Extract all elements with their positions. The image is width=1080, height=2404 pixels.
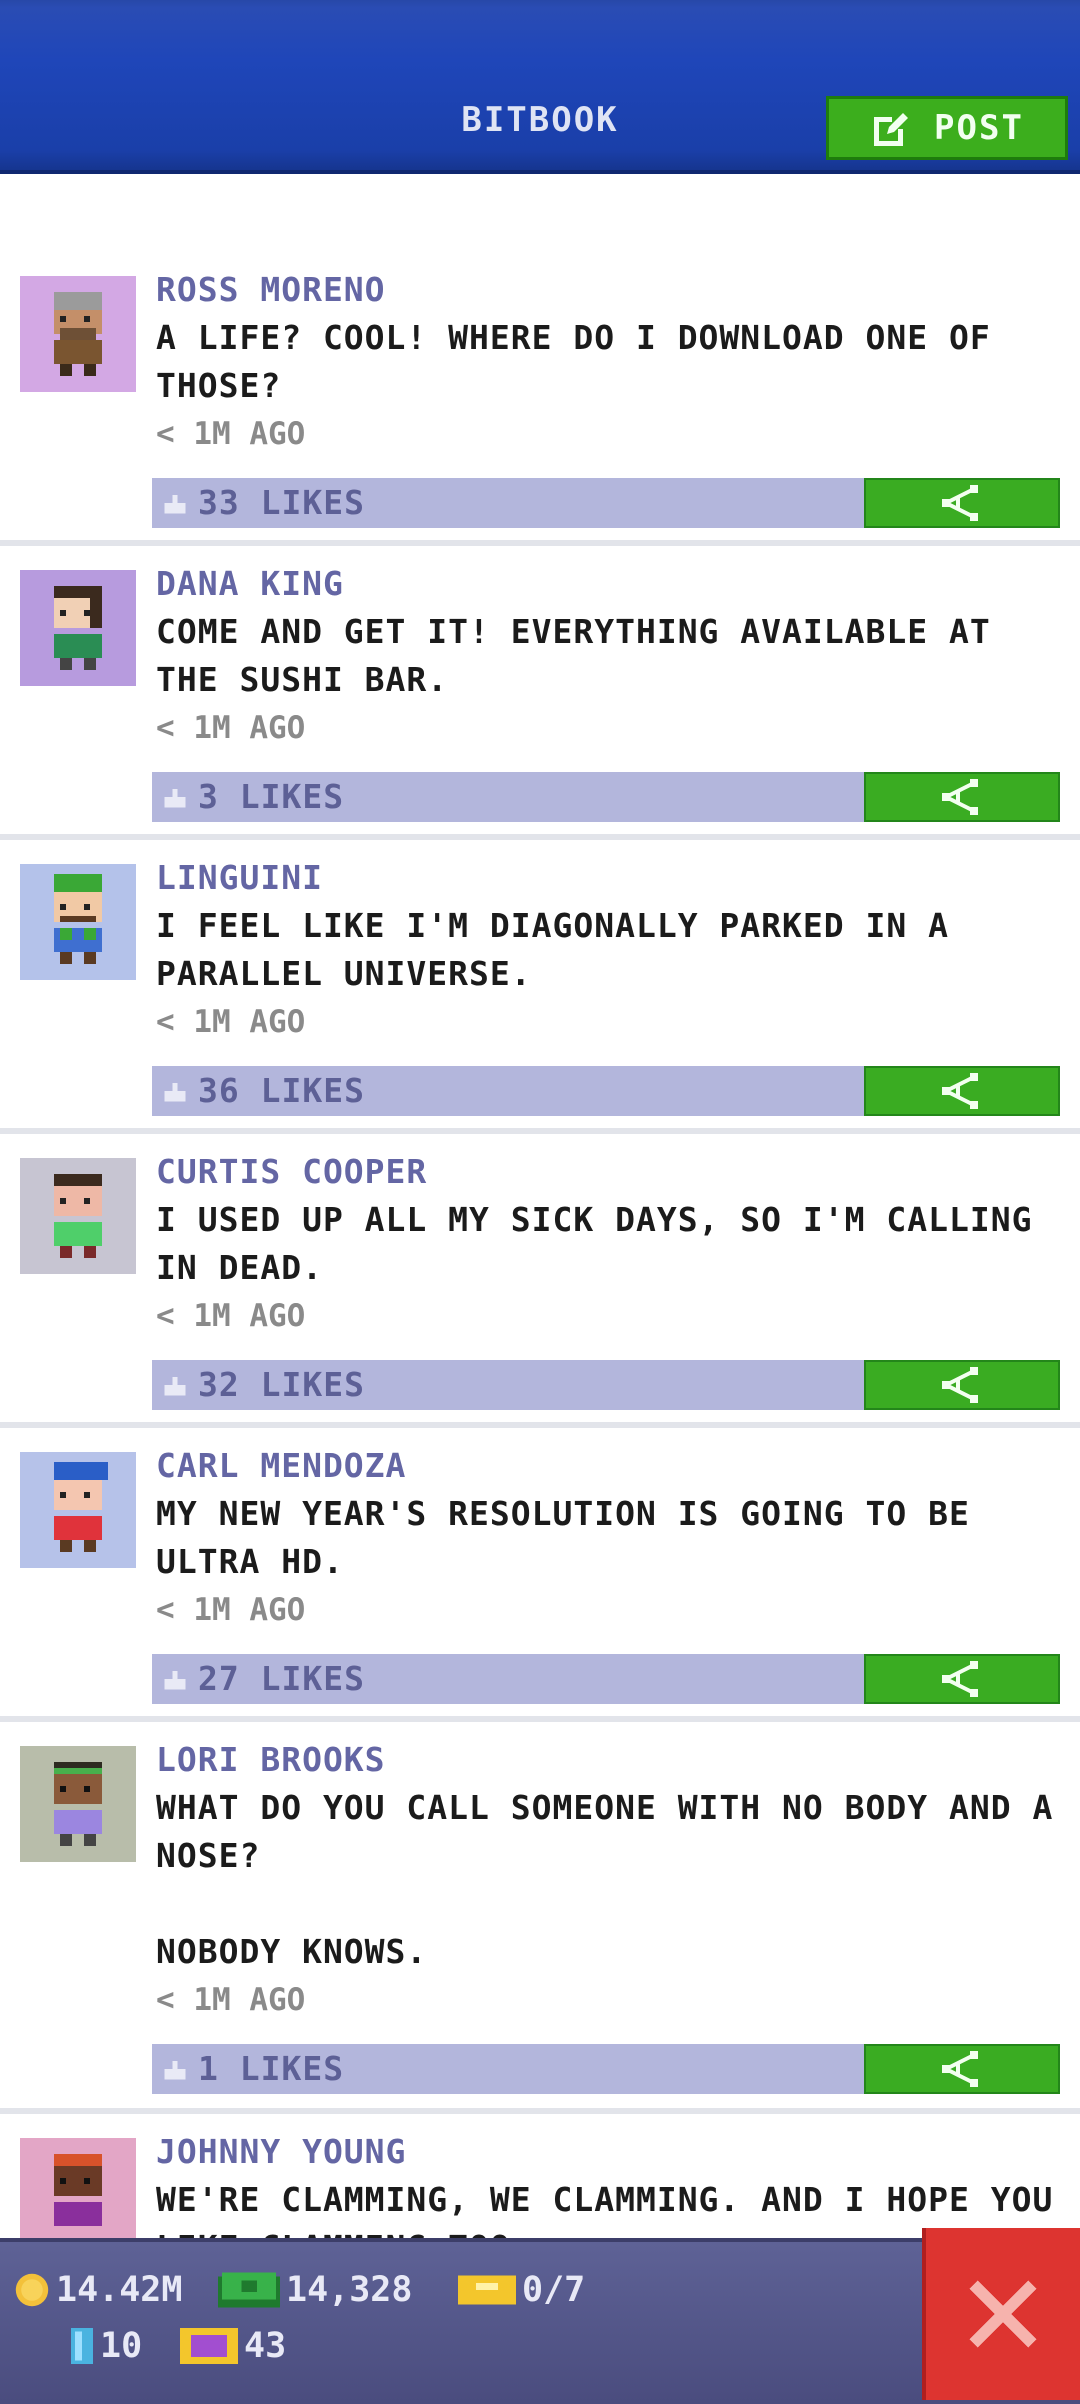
avatar-portrait (54, 1174, 102, 1258)
edit-icon (874, 113, 909, 146)
feed-post: LINGUINI I FEEL LIKE I'M DIAGONALLY PARK… (0, 840, 1080, 1134)
bux-value: 14,328 (286, 2270, 413, 2310)
post-message: A LIFE? COOL! WHERE DO I DOWNLOAD ONE OF… (156, 318, 991, 405)
thumbs-up-icon (164, 1377, 186, 1396)
post-author[interactable]: CURTIS COOPER (156, 1152, 1066, 1192)
likes-bar: 27 LIKES (152, 1654, 1060, 1704)
ticket-icon (458, 2275, 516, 2305)
feed-post: LORI BROOKS WHAT DO YOU CALL SOMEONE WIT… (0, 1722, 1080, 2114)
post-author[interactable]: LORI BROOKS (156, 1740, 1066, 1780)
coin-icon (15, 2273, 49, 2307)
avatar-portrait (54, 292, 102, 376)
avatar-portrait (54, 1462, 108, 1552)
avatar[interactable] (20, 570, 136, 686)
vip-icon (180, 2328, 238, 2364)
share-button[interactable] (864, 1066, 1060, 1116)
post-message: I USED UP ALL MY SICK DAYS, SO I'M CALLI… (156, 1200, 1033, 1287)
post-time: < 1M AGO (156, 1298, 306, 1334)
tickets-value: 0/7 (522, 2270, 586, 2310)
post-author[interactable]: LINGUINI (156, 858, 1066, 898)
thumbs-up-icon (164, 1083, 186, 1102)
vip-value: 43 (244, 2326, 287, 2366)
feed-post: CURTIS COOPER I USED UP ALL MY SICK DAYS… (0, 1134, 1080, 1428)
coins-stat: 14.42M (14, 2270, 182, 2310)
post-message: WHAT DO YOU CALL SOMEONE WITH NO BODY AN… (156, 1788, 1054, 1971)
likes-count: 36 LIKES (198, 1071, 365, 1110)
post-author[interactable]: CARL MENDOZA (156, 1446, 1066, 1486)
likes-bar: 33 LIKES (152, 478, 1060, 528)
likes-count: 3 LIKES (198, 777, 345, 816)
share-icon (942, 485, 978, 521)
share-button[interactable] (864, 772, 1060, 822)
bux-stat: 14,328 (218, 2270, 412, 2310)
post-message: COME AND GET IT! EVERYTHING AVAILABLE AT… (156, 612, 991, 699)
tokens-stat: 10 (70, 2326, 142, 2366)
share-icon (942, 1367, 978, 1403)
share-icon (942, 779, 978, 815)
avatar[interactable] (20, 1158, 136, 1274)
token-icon (71, 2328, 93, 2364)
post-time: < 1M AGO (156, 416, 306, 452)
post-time: < 1M AGO (156, 1982, 306, 2018)
share-icon (942, 1073, 978, 1109)
post-author[interactable]: DANA KING (156, 564, 1066, 604)
feed-post: ROSS MORENO A LIFE? COOL! WHERE DO I DOW… (0, 252, 1080, 546)
thumbs-up-icon (164, 495, 186, 514)
share-button[interactable] (864, 1360, 1060, 1410)
app-header: BITBOOK POST (0, 0, 1080, 174)
thumbs-up-icon (164, 789, 186, 808)
post-time: < 1M AGO (156, 1592, 306, 1628)
close-icon (969, 2280, 1037, 2348)
vip-stat: 43 (180, 2326, 286, 2366)
likes-bar: 1 LIKES (152, 2044, 1060, 2094)
thumbs-up-icon (164, 2061, 186, 2080)
post-time: < 1M AGO (156, 710, 306, 746)
share-button[interactable] (864, 2044, 1060, 2094)
likes-count: 33 LIKES (198, 483, 365, 522)
likes-count: 32 LIKES (198, 1365, 365, 1404)
avatar-portrait (54, 1762, 102, 1846)
post-message: I FEEL LIKE I'M DIAGONALLY PARKED IN A P… (156, 906, 949, 993)
avatar-portrait (54, 586, 102, 670)
likes-bar: 36 LIKES (152, 1066, 1060, 1116)
post-button-label: POST (934, 108, 1024, 148)
feed-post: DANA KING COME AND GET IT! EVERYTHING AV… (0, 546, 1080, 840)
share-button[interactable] (864, 478, 1060, 528)
avatar[interactable] (20, 1746, 136, 1862)
avatar-portrait (54, 874, 102, 964)
likes-count: 27 LIKES (198, 1659, 365, 1698)
tokens-value: 10 (100, 2326, 143, 2366)
avatar[interactable] (20, 1452, 136, 1568)
share-icon (942, 2051, 978, 2087)
tickets-stat: 0/7 (458, 2270, 585, 2310)
likes-bar: 3 LIKES (152, 772, 1060, 822)
likes-count: 1 LIKES (198, 2049, 345, 2088)
post-time: < 1M AGO (156, 1004, 306, 1040)
post-button[interactable]: POST (826, 96, 1068, 160)
post-message: MY NEW YEAR'S RESOLUTION IS GOING TO BE … (156, 1494, 970, 1581)
coins-value: 14.42M (56, 2270, 183, 2310)
share-icon (942, 1661, 978, 1697)
post-author[interactable]: ROSS MORENO (156, 270, 1066, 310)
post-author[interactable]: JOHNNY YOUNG (156, 2132, 1066, 2172)
avatar[interactable] (20, 276, 136, 392)
close-button[interactable] (922, 2228, 1080, 2400)
share-button[interactable] (864, 1654, 1060, 1704)
avatar[interactable] (20, 2138, 136, 2254)
status-bar: 14.42M 14,328 0/7 10 43 (0, 2238, 1080, 2404)
bux-icon (218, 2272, 280, 2308)
thumbs-up-icon (164, 1671, 186, 1690)
likes-bar: 32 LIKES (152, 1360, 1060, 1410)
avatar-portrait (54, 2154, 102, 2226)
feed-post: CARL MENDOZA MY NEW YEAR'S RESOLUTION IS… (0, 1428, 1080, 1722)
avatar[interactable] (20, 864, 136, 980)
feed-list: ROSS MORENO A LIFE? COOL! WHERE DO I DOW… (0, 252, 1080, 2314)
